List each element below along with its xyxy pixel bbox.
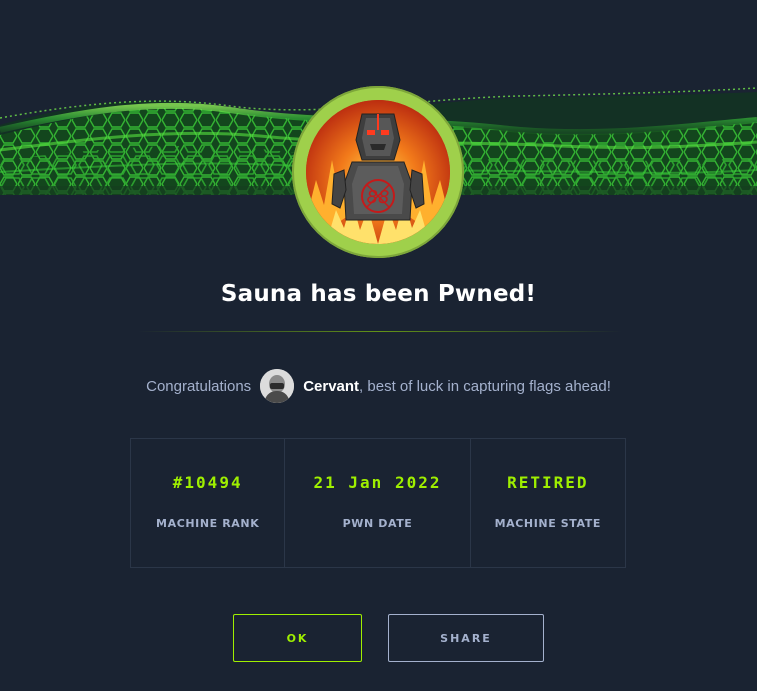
user-avatar-icon [260,369,295,403]
pwn-date-value: 21 Jan 2022 [313,473,442,492]
stat-machine-rank: #10494 MACHINE RANK [131,439,284,567]
ok-button[interactable]: OK [233,614,362,662]
share-button[interactable]: SHARE [388,614,544,662]
sauna-machine-avatar: 88 [306,100,450,244]
machine-rank-label: MACHINE RANK [156,517,260,530]
pwn-date-label: PWN DATE [342,517,413,530]
stats-panel: #10494 MACHINE RANK 21 Jan 2022 PWN DATE… [130,438,626,568]
machine-state-label: MACHINE STATE [494,517,602,530]
svg-text:88: 88 [367,187,390,208]
congrats-message: Congratulations Cervant , best of luck i… [0,366,757,406]
congrats-suffix: , best of luck in capturing flags ahead! [359,377,611,395]
pwned-dialog: 88 Sauna has been Pwned! Congratulations… [0,0,757,691]
stat-pwn-date: 21 Jan 2022 PWN DATE [284,439,469,567]
congrats-prefix: Congratulations [146,377,252,395]
machine-avatar-ring: 88 [292,86,464,258]
machine-state-value: RETIRED [507,473,589,492]
user-avatar[interactable] [260,369,295,403]
sauna-avatar-icon: 88 [306,100,450,244]
username[interactable]: Cervant [303,378,359,395]
title-divider [138,331,622,332]
stat-machine-state: RETIRED MACHINE STATE [469,439,625,567]
page-title: Sauna has been Pwned! [220,281,537,307]
machine-rank-value: #10494 [172,473,243,492]
